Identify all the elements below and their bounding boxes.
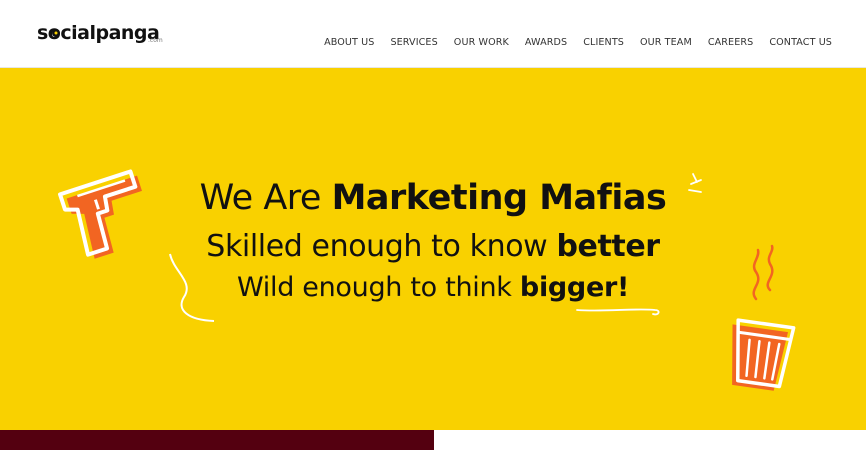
tea-glass-icon (732, 318, 796, 391)
headline-2-bold: better (556, 229, 660, 264)
nav-awards[interactable]: AWARDS (525, 37, 567, 48)
headline-3-regular: Wild enough to think (236, 272, 520, 303)
logo-lens-icon (52, 29, 60, 37)
nav-careers[interactable]: CAREERS (708, 37, 754, 48)
headline-3-bold: bigger! (519, 272, 629, 303)
site-header: socialpanga .com ABOUT US SERVICES OUR W… (0, 0, 866, 68)
squiggle-left-icon (169, 253, 215, 322)
sparkle-icon (688, 173, 702, 193)
nav-our-work[interactable]: OUR WORK (454, 37, 509, 48)
headline-1-regular: We Are (199, 178, 332, 218)
nav-our-team[interactable]: OUR TEAM (640, 37, 692, 48)
next-section-light-panel (434, 430, 866, 450)
nav-clients[interactable]: CLIENTS (583, 37, 624, 48)
main-nav: ABOUT US SERVICES OUR WORK AWARDS CLIENT… (324, 37, 832, 48)
underline-icon (576, 308, 660, 316)
headline-2-regular: Skilled enough to know (206, 229, 557, 264)
nav-services[interactable]: SERVICES (390, 37, 437, 48)
headline-1-bold: Marketing Mafias (331, 178, 667, 218)
gun-icon (58, 169, 142, 259)
nav-contact-us[interactable]: CONTACT US (769, 37, 832, 48)
next-section-dark-panel (0, 430, 434, 450)
hero-headline-3: Wild enough to think bigger! (0, 272, 866, 303)
logo-suffix: .com (148, 37, 163, 44)
steam-icon (752, 244, 774, 301)
nav-about-us[interactable]: ABOUT US (324, 37, 374, 48)
